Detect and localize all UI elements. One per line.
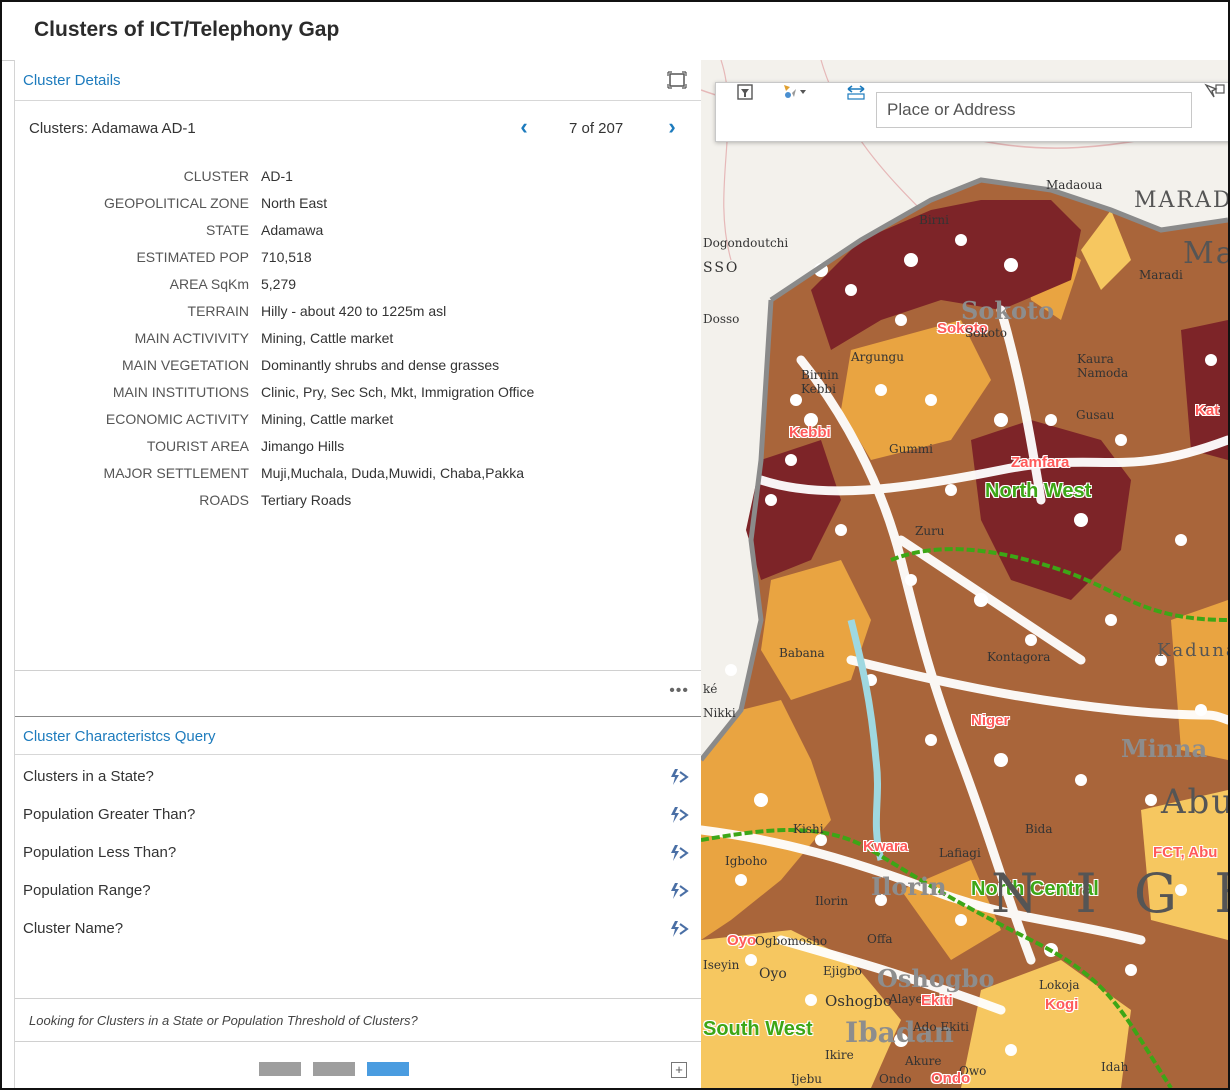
attribute-key: MAIN INSTITUTIONS (112, 384, 249, 400)
attribute-row: ROADS Tertiary Roads (15, 492, 701, 519)
attribute-row: TERRAIN Hilly - about 420 to 1225m asl (15, 303, 701, 330)
attribute-value: Clinic, Pry, Sec Sch, Mkt, Immigration O… (261, 384, 535, 400)
attribute-value: Dominantly shrubs and dense grasses (261, 357, 500, 373)
record-navigator: Clusters: Adamawa AD-1 ‹ 7 of 207 › (15, 100, 701, 156)
attribute-key: TERRAIN (187, 303, 249, 319)
search-input[interactable] (876, 92, 1192, 128)
panel-pager: + (15, 1044, 701, 1088)
attribute-value: 710,518 (261, 249, 312, 265)
measure-icon[interactable] (846, 83, 866, 101)
query-item-label: Population Range? (23, 882, 151, 899)
attribute-key: ESTIMATED POP (136, 249, 249, 265)
attribute-value: 5,279 (261, 276, 297, 292)
run-query-icon[interactable] (669, 844, 689, 862)
select-features-icon[interactable] (782, 83, 808, 101)
query-item-label: Clusters in a State? (23, 768, 154, 785)
attribute-key: GEOPOLITICAL ZONE (104, 195, 249, 211)
next-record-button[interactable]: › (663, 116, 681, 138)
expand-icon[interactable]: + (671, 1062, 687, 1078)
divider (15, 670, 701, 671)
map-view[interactable]: Madaoua MARAD Ma Birni Dogondoutchi SSO … (701, 60, 1228, 1088)
attribute-row: MAIN INSTITUTIONS Clinic, Pry, Sec Sch, M… (15, 384, 701, 411)
attribute-row: MAIN ACTIVIVITY Mining, Cattle market (15, 330, 701, 357)
attribute-key: MAJOR SETTLEMENT (103, 465, 249, 481)
attribute-key: CLUSTER (183, 168, 249, 184)
map-canvas[interactable] (701, 60, 1228, 1088)
attribute-key: AREA SqKm (169, 276, 249, 292)
attribute-value: Mining, Cattle market (261, 411, 394, 427)
query-panel-header: Cluster Characteristcs Query (15, 717, 701, 755)
attribute-row: ESTIMATED POP 710,518 (15, 249, 701, 276)
query-item-population-greater[interactable]: Population Greater Than? (15, 796, 701, 834)
attribute-row: MAJOR SETTLEMENT Muji,Muchala, Duda,Muwid… (15, 465, 701, 492)
app-title: Clusters of ICT/Telephony Gap (34, 18, 340, 41)
filter-icon[interactable] (736, 83, 754, 101)
attribute-row: ECONOMIC ACTIVITY Mining, Cattle market (15, 411, 701, 438)
attribute-value: North East (261, 195, 328, 211)
attribute-key: MAIN VEGETATION (121, 357, 249, 373)
query-item-cluster-name[interactable]: Cluster Name? (15, 910, 701, 948)
app-header: Clusters of ICT/Telephony Gap (2, 2, 1228, 61)
cluster-details-header: Cluster Details (15, 60, 701, 101)
attribute-value: AD-1 (261, 168, 293, 184)
record-label: Clusters: Adamawa AD-1 (29, 120, 196, 137)
more-options-button[interactable]: ••• (669, 682, 689, 700)
query-hint-text: Looking for Clusters in a State or Popul… (29, 1013, 418, 1028)
query-item-label: Population Greater Than? (23, 806, 196, 823)
attribute-row: AREA SqKm 5,279 (15, 276, 701, 303)
run-query-icon[interactable] (669, 768, 689, 786)
run-query-icon[interactable] (669, 920, 689, 938)
attribute-key: TOURIST AREA (146, 438, 249, 454)
cluster-attribute-list: CLUSTER AD-1 GEOPOLITICAL ZONE North East … (15, 168, 701, 519)
attribute-value: Tertiary Roads (261, 492, 352, 508)
attribute-key: ROADS (199, 492, 249, 508)
query-item-label: Cluster Name? (23, 920, 124, 937)
run-query-icon[interactable] (669, 806, 689, 824)
cluster-details-title[interactable]: Cluster Details (23, 72, 121, 89)
pager-dot-3-active[interactable] (367, 1062, 409, 1076)
query-item-population-less[interactable]: Population Less Than? (15, 834, 701, 872)
previous-record-button[interactable]: ‹ (515, 116, 533, 138)
attribute-value: Jimango Hills (261, 438, 345, 454)
query-panel-title[interactable]: Cluster Characteristcs Query (23, 728, 216, 745)
attribute-key: MAIN ACTIVIVITY (134, 330, 249, 346)
map-toolbar (715, 82, 1228, 142)
attribute-row: STATE Adamawa (15, 222, 701, 249)
attribute-row: CLUSTER AD-1 (15, 168, 701, 195)
app-frame: Clusters of ICT/Telephony Gap Cluster De… (0, 0, 1230, 1090)
record-pagination: 7 of 207 (569, 120, 624, 137)
query-hint: Looking for Clusters in a State or Popul… (15, 998, 701, 1042)
attribute-key: STATE (205, 222, 249, 238)
query-item-population-range[interactable]: Population Range? (15, 872, 701, 910)
attribute-value: Adamawa (261, 222, 324, 238)
attribute-key: ECONOMIC ACTIVITY (105, 411, 249, 427)
query-item-clusters-in-state[interactable]: Clusters in a State? (15, 758, 701, 796)
run-query-icon[interactable] (669, 882, 689, 900)
attribute-row: TOURIST AREA Jimango Hills (15, 438, 701, 465)
attribute-row: GEOPOLITICAL ZONE North East (15, 195, 701, 222)
pager-dot-1[interactable] (259, 1062, 301, 1076)
query-item-label: Population Less Than? (23, 844, 177, 861)
side-panel: Cluster Details Clusters: Adamawa AD-1 ‹… (14, 60, 702, 1088)
locate-icon[interactable] (1204, 83, 1226, 101)
attribute-row: MAIN VEGETATION Dominantly shrubs and den… (15, 357, 701, 384)
attribute-value: Muji,Muchala, Duda,Muwidi, Chaba,Pakka (261, 465, 525, 481)
attribute-value: Mining, Cattle market (261, 330, 394, 346)
attribute-value: Hilly - about 420 to 1225m asl (261, 303, 447, 319)
cluster-class-low (1141, 790, 1228, 940)
maximize-icon[interactable] (667, 70, 687, 90)
pager-dot-2[interactable] (313, 1062, 355, 1076)
